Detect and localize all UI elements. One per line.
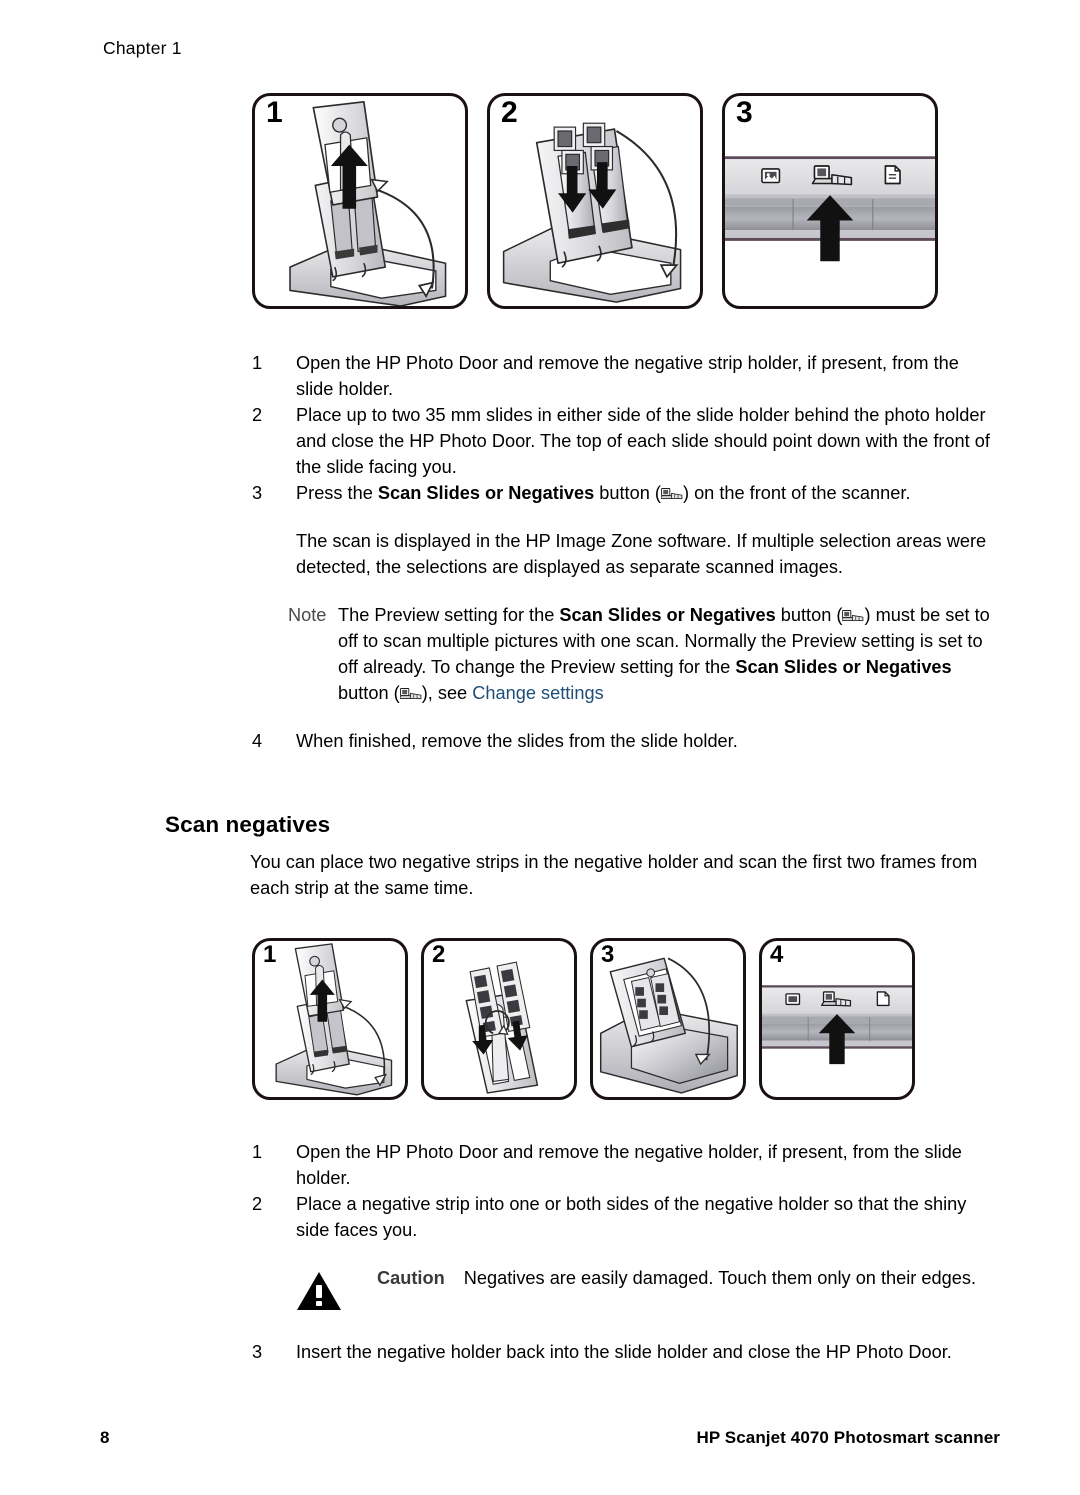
negatives-instructions: 1 Open the HP Photo Door and remove the … <box>250 1139 1000 1365</box>
slides-illustration-row: 1 2 3 <box>252 93 938 309</box>
scan-result-paragraph: The scan is displayed in the HP Image Zo… <box>296 531 987 577</box>
step-text: Open the HP Photo Door and remove the ne… <box>296 1142 962 1188</box>
panel-number: 1 <box>263 941 276 968</box>
panel-number: 1 <box>266 96 283 129</box>
panel-number: 3 <box>601 941 614 968</box>
panel-number: 3 <box>736 96 753 129</box>
caution-text: Negatives are easily damaged. Touch them… <box>463 1268 977 1288</box>
step-text: Place up to two 35 mm slides in either s… <box>296 405 990 477</box>
negatives-step-list: 1 Open the HP Photo Door and remove the … <box>250 1139 1000 1243</box>
note-part-2: button ( <box>775 605 843 625</box>
illustration-panel-negatives-4: 4 <box>759 938 915 1100</box>
list-item: 2 Place up to two 35 mm slides in either… <box>250 402 1000 480</box>
note-bold-2: Scan Slides or Negatives <box>735 657 952 677</box>
list-item: 1 Open the HP Photo Door and remove the … <box>250 350 1000 402</box>
list-item: 1 Open the HP Photo Door and remove the … <box>250 1139 1000 1191</box>
warning-triangle-icon <box>297 1272 341 1310</box>
step-number: 3 <box>252 483 263 503</box>
scan-negatives-intro: You can place two negative strips in the… <box>250 849 1000 901</box>
footer-product-name: HP Scanjet 4070 Photosmart scanner <box>696 1428 1000 1447</box>
document-page: Chapter 1 1 2 3 1 Open the HP Photo Door… <box>0 0 1080 1495</box>
scan-slides-or-negatives-button-icon <box>842 610 864 622</box>
note-block: Note The Preview setting for the Scan Sl… <box>288 602 1000 706</box>
step-text-before: Press the <box>296 483 378 503</box>
note-bold-1: Scan Slides or Negatives <box>559 605 776 625</box>
list-item: 3 Insert the negative holder back into t… <box>250 1339 1000 1365</box>
negative-strips-inserted-into-holder-icon <box>465 961 539 1094</box>
list-item: 2 Place a negative strip into one or bot… <box>250 1191 1000 1243</box>
step-text: Open the HP Photo Door and remove the ne… <box>296 353 959 399</box>
step-number: 4 <box>252 731 263 751</box>
illustration-panel-slides-3: 3 <box>722 93 938 309</box>
note-part-4: button ( <box>338 683 400 703</box>
slides-step-list-continued: 4 When finished, remove the slides from … <box>250 728 1000 754</box>
note-text: The Preview setting for the Scan Slides … <box>338 605 990 703</box>
step-text: When finished, remove the slides from th… <box>296 731 738 751</box>
caution-label: Caution <box>377 1268 445 1288</box>
negative-holder-back-into-slide-holder-icon <box>599 957 738 1094</box>
note-part-5: ), see <box>421 683 473 703</box>
page-title: Scan negatives <box>165 812 331 837</box>
illustration-panel-slides-1: 1 <box>252 93 468 309</box>
step-text: Place a negative strip into one or both … <box>296 1194 967 1240</box>
negatives-step-list-continued: 3 Insert the negative holder back into t… <box>250 1339 1000 1365</box>
scan-slides-or-negatives-button-icon <box>660 488 683 500</box>
scanner-front-panel-scan-slides-button-icon <box>762 985 912 1065</box>
step-number: 2 <box>252 1194 263 1214</box>
slide-holder-removed-from-photo-door-icon <box>289 101 447 306</box>
step-number: 3 <box>252 1342 263 1362</box>
step-text-after: ) on the front of the scanner. <box>682 483 911 503</box>
footer-page-number: 8 <box>100 1428 110 1447</box>
negatives-illustration-row: 1 2 3 4 <box>252 938 915 1100</box>
illustration-panel-negatives-3: 3 <box>590 938 746 1100</box>
chapter-header: Chapter 1 <box>103 38 182 58</box>
note-label: Note <box>288 605 327 625</box>
illustration-panel-negatives-1: 1 <box>252 938 408 1100</box>
intro-paragraph: You can place two negative strips in the… <box>250 852 978 898</box>
step-number: 2 <box>252 405 263 425</box>
scanner-front-panel-scan-slides-button-icon <box>725 156 935 262</box>
note-part-1: The Preview setting for the <box>338 605 560 625</box>
scan-slides-or-negatives-button-icon <box>399 688 421 700</box>
step-number: 1 <box>252 1142 263 1162</box>
slides-step-list: 1 Open the HP Photo Door and remove the … <box>250 350 1000 506</box>
slides-inserted-into-slide-holder-icon <box>502 122 682 303</box>
step-bold-term: Scan Slides or Negatives <box>377 483 595 503</box>
step-number: 1 <box>252 353 263 373</box>
list-item: 3 Press the Scan Slides or Negatives but… <box>250 480 1000 506</box>
step-text-mid: button ( <box>594 483 661 503</box>
step-text: Insert the negative holder back into the… <box>296 1342 952 1362</box>
change-settings-link[interactable]: Change settings <box>472 683 603 703</box>
panel-number: 2 <box>432 941 445 968</box>
illustration-panel-negatives-2: 2 <box>421 938 577 1100</box>
slides-instructions: 1 Open the HP Photo Door and remove the … <box>250 350 1000 754</box>
panel-number: 4 <box>770 941 783 968</box>
caution-block: Caution Negatives are easily damaged. To… <box>292 1265 1000 1317</box>
panel-number: 2 <box>501 96 518 129</box>
list-item: 4 When finished, remove the slides from … <box>250 728 1000 754</box>
negative-holder-removed-from-slide-holder-icon <box>275 943 393 1096</box>
illustration-panel-slides-2: 2 <box>487 93 703 309</box>
